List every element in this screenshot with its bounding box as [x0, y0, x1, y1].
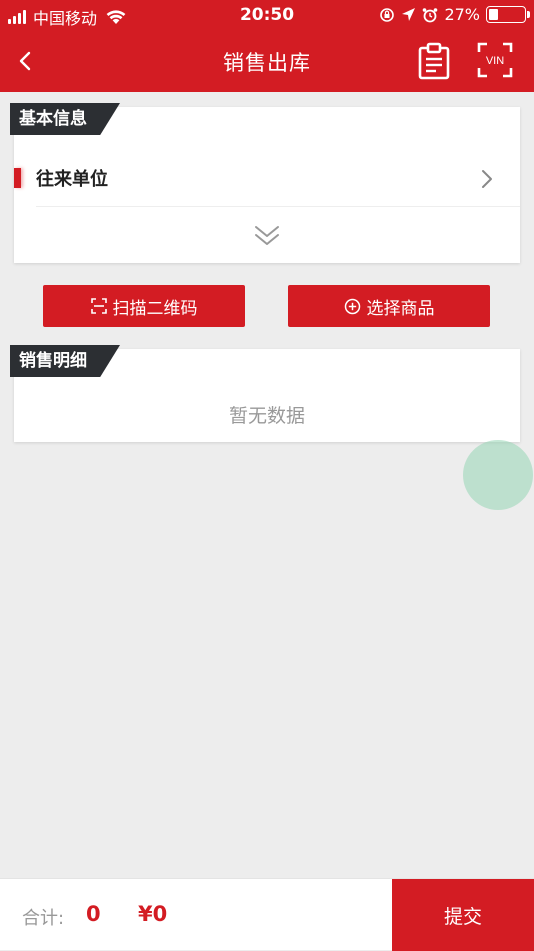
scan-qrcode-label: 扫描二维码: [112, 298, 198, 319]
total-amount: ¥0: [138, 902, 168, 926]
vin-label: VIN: [486, 55, 504, 67]
document-icon: [418, 42, 450, 80]
alarm-icon: [422, 7, 438, 23]
expand-chevron-icon[interactable]: [250, 221, 284, 251]
select-goods-button[interactable]: 选择商品: [288, 285, 490, 327]
battery-percent: 27%: [444, 5, 480, 24]
total-label: 合计:: [22, 908, 65, 929]
chevron-right-icon: [482, 170, 492, 188]
submit-button[interactable]: 提交: [392, 879, 534, 951]
scan-qrcode-button[interactable]: 扫描二维码: [43, 285, 245, 327]
select-goods-label: 选择商品: [366, 298, 435, 319]
footer-bar: 合计: 0 ¥0 提交: [0, 878, 534, 951]
rotation-lock-icon: [379, 7, 395, 23]
document-button[interactable]: [416, 42, 452, 80]
location-icon: [401, 7, 416, 22]
scan-icon: [90, 298, 107, 314]
sales-detail-card: 销售明细 暂无数据: [10, 345, 520, 442]
partner-field-row[interactable]: 往来单位: [14, 151, 520, 207]
partner-field-label: 往来单位: [36, 169, 108, 190]
required-marker: [14, 168, 21, 188]
battery-fill: [489, 9, 499, 20]
status-right: 27%: [379, 5, 530, 24]
battery-icon: [486, 6, 530, 23]
floating-assistive-ball[interactable]: [463, 440, 533, 510]
sales-detail-title: 销售明细: [10, 345, 120, 377]
total-quantity: 0: [86, 902, 101, 926]
divider: [36, 206, 520, 207]
vin-scan-icon: VIN: [477, 42, 513, 78]
page-title: 销售出库: [223, 51, 311, 75]
status-bar: 中国移动 20:50 27%: [0, 0, 534, 30]
nav-bar: 销售出库 VIN: [0, 30, 534, 92]
vin-scan-button[interactable]: VIN: [477, 42, 513, 78]
basic-info-card: 基本信息 往来单位: [10, 103, 520, 263]
plus-circle-icon: [344, 298, 360, 314]
empty-state-text: 暂无数据: [228, 405, 305, 427]
app-header: 中国移动 20:50 27% 销售出库 VIN: [0, 0, 534, 92]
basic-info-title: 基本信息: [10, 103, 120, 135]
